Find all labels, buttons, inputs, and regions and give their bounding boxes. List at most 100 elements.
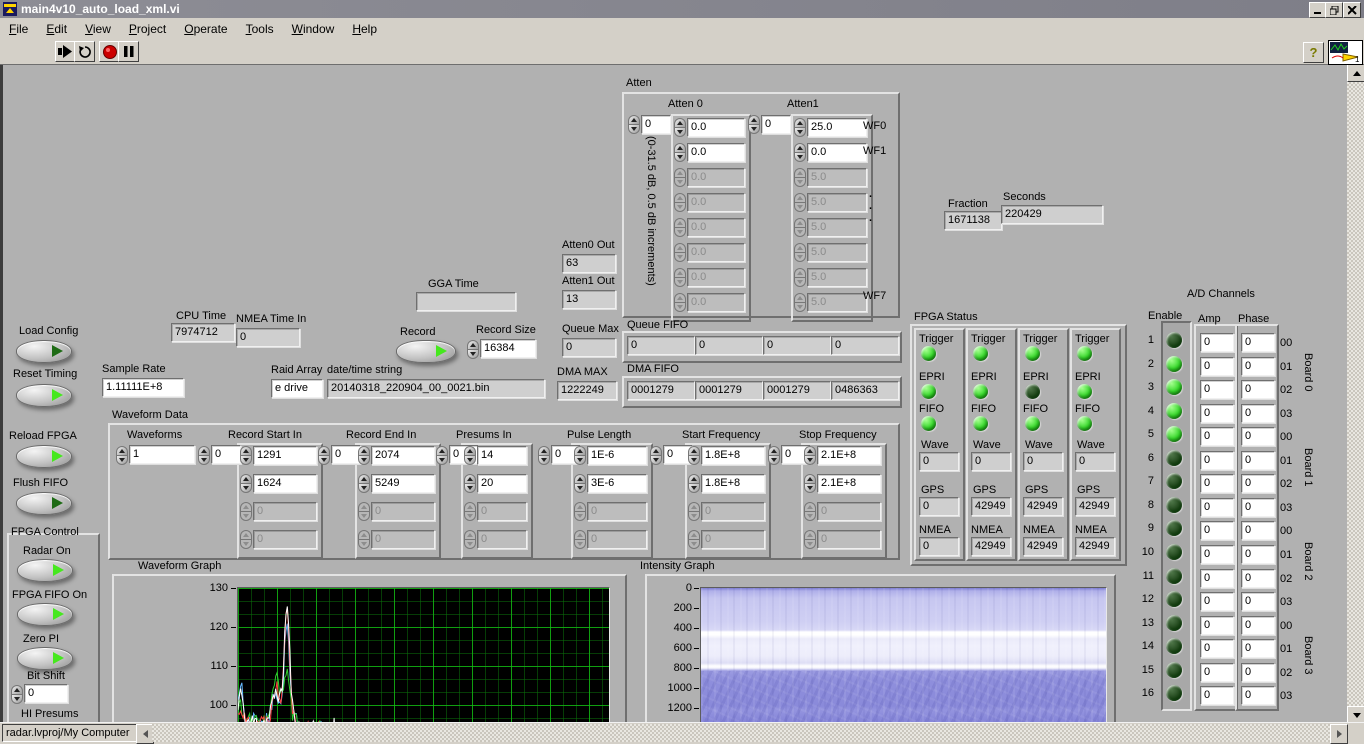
spinner-down-icon[interactable] xyxy=(318,455,330,465)
spinner-down-icon[interactable] xyxy=(804,483,816,493)
stop-frequency-value-1[interactable]: 2.1E+8 xyxy=(817,474,881,493)
scroll-up-icon[interactable] xyxy=(1347,64,1364,82)
channel-3-enable-led[interactable] xyxy=(1166,379,1182,395)
start-frequency-value-1[interactable]: 1.8E+8 xyxy=(701,474,765,493)
spinner-down-icon[interactable] xyxy=(464,483,476,493)
presums-in-index-spinner[interactable] xyxy=(436,446,448,465)
channel-8-phase-field[interactable]: 0 xyxy=(1241,498,1275,517)
channel-10-enable-led[interactable] xyxy=(1166,544,1182,560)
record-size-field[interactable]: 16384 xyxy=(480,339,536,358)
menu-edit[interactable]: Edit xyxy=(37,20,76,38)
channel-6-phase-field[interactable]: 0 xyxy=(1241,451,1275,470)
atten-index-field[interactable]: 0 xyxy=(641,115,671,134)
spinner-down-icon[interactable] xyxy=(358,455,370,465)
spinner-down-icon[interactable] xyxy=(674,152,686,162)
channel-15-phase-field[interactable]: 0 xyxy=(1241,663,1275,682)
channel-13-phase-field[interactable]: 0 xyxy=(1241,616,1275,635)
spinner-down-icon[interactable] xyxy=(650,455,662,465)
channel-4-phase-field[interactable]: 0 xyxy=(1241,404,1275,423)
channel-10-phase-field[interactable]: 0 xyxy=(1241,545,1275,564)
atten-row-spinner[interactable] xyxy=(674,143,686,162)
reset-timing-button[interactable] xyxy=(16,384,72,407)
menu-window[interactable]: Window xyxy=(283,20,344,38)
stop-frequency-index-spinner[interactable] xyxy=(768,446,780,465)
presums-in-value-0[interactable]: 14 xyxy=(477,446,527,465)
channel-1-enable-led[interactable] xyxy=(1166,332,1182,348)
atten-value[interactable]: 0.0 xyxy=(687,143,745,162)
spinner-down-icon[interactable] xyxy=(240,483,252,493)
run-button[interactable] xyxy=(55,41,76,62)
menu-operate[interactable]: Operate xyxy=(175,20,236,38)
restore-button[interactable] xyxy=(1325,2,1343,18)
close-button[interactable] xyxy=(1343,2,1361,18)
spinner-down-icon[interactable] xyxy=(358,483,370,493)
load-config-button[interactable] xyxy=(16,340,72,363)
channel-14-phase-field[interactable]: 0 xyxy=(1241,639,1275,658)
spinner-down-icon[interactable] xyxy=(574,455,586,465)
spinner-down-icon[interactable] xyxy=(116,455,128,465)
channel-9-amp-field[interactable]: 0 xyxy=(1200,521,1234,540)
help-button[interactable]: ? xyxy=(1303,42,1324,63)
channel-11-enable-led[interactable] xyxy=(1166,568,1182,584)
run-continuously-button[interactable] xyxy=(74,41,95,62)
title-bar[interactable]: main4v10_auto_load_xml.vi xyxy=(0,0,1364,18)
atten-index-spinner[interactable] xyxy=(628,115,640,134)
spinner-down-icon[interactable] xyxy=(794,152,806,162)
channel-11-amp-field[interactable]: 0 xyxy=(1200,569,1234,588)
channel-12-amp-field[interactable]: 0 xyxy=(1200,592,1234,611)
atten-value[interactable]: 0.0 xyxy=(687,118,745,137)
stop-frequency-row-spinner[interactable] xyxy=(804,446,816,465)
record-start-in-index-spinner[interactable] xyxy=(198,446,210,465)
channel-15-amp-field[interactable]: 0 xyxy=(1200,663,1234,682)
channel-1-amp-field[interactable]: 0 xyxy=(1200,333,1234,352)
vi-icon[interactable]: 1 xyxy=(1328,40,1363,65)
channel-3-amp-field[interactable]: 0 xyxy=(1200,380,1234,399)
channel-8-enable-led[interactable] xyxy=(1166,497,1182,513)
channel-9-phase-field[interactable]: 0 xyxy=(1241,521,1275,540)
stop-frequency-row-spinner[interactable] xyxy=(804,474,816,493)
spinner-down-icon[interactable] xyxy=(574,483,586,493)
channel-11-phase-field[interactable]: 0 xyxy=(1241,569,1275,588)
channel-2-enable-led[interactable] xyxy=(1166,356,1182,372)
record-end-in-index-spinner[interactable] xyxy=(318,446,330,465)
start-frequency-row-spinner[interactable] xyxy=(688,474,700,493)
channel-7-phase-field[interactable]: 0 xyxy=(1241,474,1275,493)
channel-2-amp-field[interactable]: 0 xyxy=(1200,357,1234,376)
waveforms-spinner[interactable] xyxy=(116,446,128,465)
raid-array-field[interactable]: e drive xyxy=(271,379,323,398)
radar-on-button[interactable] xyxy=(17,559,73,582)
menu-view[interactable]: View xyxy=(76,20,120,38)
spinner-down-icon[interactable] xyxy=(464,455,476,465)
channel-12-enable-led[interactable] xyxy=(1166,591,1182,607)
channel-2-phase-field[interactable]: 0 xyxy=(1241,357,1275,376)
zero-pi-button[interactable] xyxy=(17,647,73,670)
atten-value[interactable]: 0.0 xyxy=(807,143,867,162)
pause-button[interactable] xyxy=(118,41,139,62)
start-frequency-index-spinner[interactable] xyxy=(650,446,662,465)
menu-file[interactable]: File xyxy=(0,20,37,38)
spinner-down-icon[interactable] xyxy=(538,455,550,465)
menu-project[interactable]: Project xyxy=(120,20,175,38)
pulse-length-value-0[interactable]: 1E-6 xyxy=(587,446,647,465)
channel-5-phase-field[interactable]: 0 xyxy=(1241,427,1275,446)
spinner-down-icon[interactable] xyxy=(240,455,252,465)
spinner-down-icon[interactable] xyxy=(794,127,806,137)
waveforms-field[interactable]: 1 xyxy=(129,445,195,464)
record-start-in-index-field[interactable]: 0 xyxy=(211,445,241,464)
abort-button[interactable] xyxy=(99,41,120,62)
channel-6-enable-led[interactable] xyxy=(1166,450,1182,466)
sample-rate-field[interactable]: 1.11111E+8 xyxy=(102,378,184,397)
atten-row-spinner[interactable] xyxy=(794,143,806,162)
record-end-in-index-field[interactable]: 0 xyxy=(331,445,361,464)
spinner-down-icon[interactable] xyxy=(198,455,210,465)
scroll-right-icon[interactable] xyxy=(1330,724,1348,744)
spinner-down-icon[interactable] xyxy=(688,455,700,465)
atten-row-spinner[interactable] xyxy=(794,118,806,137)
reload-fpga-button[interactable] xyxy=(16,445,72,468)
channel-13-amp-field[interactable]: 0 xyxy=(1200,616,1234,635)
presums-in-row-spinner[interactable] xyxy=(464,474,476,493)
bit-shift-spinner[interactable] xyxy=(11,685,23,704)
channel-16-phase-field[interactable]: 0 xyxy=(1241,686,1275,705)
channel-4-enable-led[interactable] xyxy=(1166,403,1182,419)
record-start-in-row-spinner[interactable] xyxy=(240,474,252,493)
